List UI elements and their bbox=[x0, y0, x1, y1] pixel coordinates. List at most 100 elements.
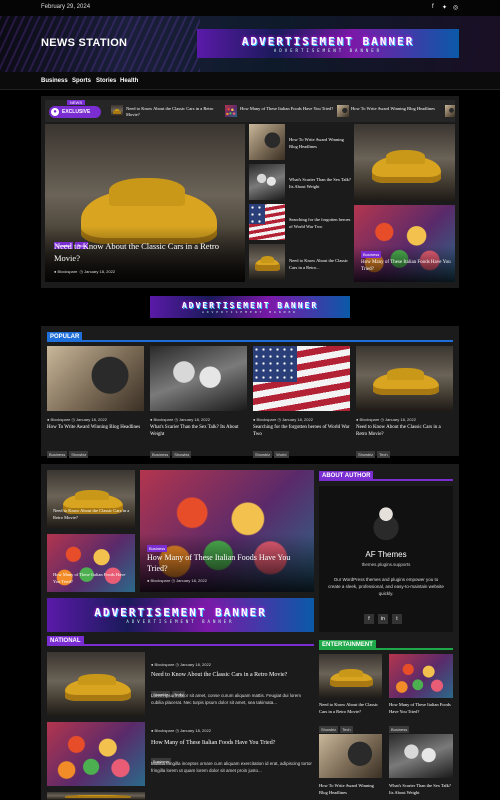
popular-thumb-3[interactable] bbox=[253, 346, 350, 411]
site-title[interactable]: NEWS STATION bbox=[41, 37, 127, 49]
cat[interactable]: Business bbox=[389, 726, 410, 733]
side-title-4[interactable]: Need to Know About the Classic Cars in a… bbox=[289, 257, 351, 271]
cat[interactable]: Showbiz bbox=[253, 451, 273, 458]
ticker-thumb-4[interactable] bbox=[445, 105, 455, 117]
national-thumb-2[interactable] bbox=[47, 722, 145, 786]
twitter-icon[interactable]: t bbox=[392, 614, 402, 624]
cat[interactable]: Business bbox=[47, 451, 68, 458]
ent-title-2[interactable]: How Many of These Italian Foods Have You… bbox=[389, 701, 453, 715]
side-thumb-3[interactable] bbox=[249, 204, 285, 240]
popular-thumb-2[interactable] bbox=[150, 346, 247, 411]
cat[interactable]: Showbiz bbox=[69, 451, 89, 458]
about-heading: ABOUT AUTHOR bbox=[319, 471, 374, 481]
mid-big-cat[interactable]: Business bbox=[147, 545, 168, 552]
ticker-thumb-2[interactable] bbox=[225, 105, 237, 117]
hero-author[interactable]: Blockspare bbox=[58, 269, 78, 274]
national-title-2[interactable]: How Many of These Italian Foods Have You… bbox=[151, 739, 311, 747]
author[interactable]: Blockspare bbox=[51, 417, 71, 422]
right-card-2-title[interactable]: How Many of These Italian Foods Have You… bbox=[361, 259, 451, 273]
exclusive-label[interactable]: ● EXCLUSIVE bbox=[49, 106, 101, 118]
side-thumb-2[interactable] bbox=[249, 164, 285, 200]
national-thumb-1[interactable] bbox=[47, 652, 145, 716]
national-meta-1: ● Blockspare ◷ January 18, 2022 bbox=[151, 662, 211, 667]
side-title-1[interactable]: How To Write Award Winning Blog Headline… bbox=[289, 136, 351, 150]
ent-title-1[interactable]: Need to Know About the Classic Cars in a… bbox=[319, 701, 383, 715]
date-text: February 29, 2024 bbox=[41, 4, 91, 10]
ent-thumb-4[interactable] bbox=[389, 734, 453, 778]
mid-small-title-2[interactable]: How Many of These Italian Foods Have You… bbox=[53, 571, 131, 585]
ticker-thumb-1[interactable] bbox=[111, 105, 123, 117]
right-card-2-cat[interactable]: Business bbox=[361, 251, 382, 258]
twitter-icon[interactable]: ✦ bbox=[442, 4, 447, 11]
nav-health[interactable]: Health bbox=[120, 78, 138, 84]
ent-title-3[interactable]: How To Write Award Winning Blog Headline… bbox=[319, 782, 383, 796]
lower-block: Need to Know About the Classic Cars in a… bbox=[41, 464, 459, 800]
author-desc: Our WordPress themes and plugins empower… bbox=[328, 577, 444, 596]
popular-title-1[interactable]: How To Write Award Winning Blog Headline… bbox=[47, 424, 144, 431]
facebook-icon[interactable]: f bbox=[432, 4, 434, 10]
author-name[interactable]: AF Themes bbox=[319, 550, 453, 559]
ticker-item-2[interactable]: How Many of These Italian Foods Have You… bbox=[240, 106, 335, 112]
side-title-2[interactable]: What's Scarier Than the Sex Talk? Its Ab… bbox=[289, 176, 351, 190]
hero-title[interactable]: Need to Know About the Classic Cars in a… bbox=[54, 240, 239, 264]
national-heading: NATIONAL bbox=[47, 636, 84, 646]
nav-stories[interactable]: Stories bbox=[96, 78, 116, 84]
date: January 18, 2022 bbox=[385, 417, 416, 422]
date: January 18, 2022 bbox=[180, 662, 211, 667]
linkedin-icon[interactable]: in bbox=[378, 614, 388, 624]
side-title-3[interactable]: Searching for the forgotten heroes of Wo… bbox=[289, 216, 351, 230]
ticker-item-3[interactable]: How To Write Award Winning Blog Headline… bbox=[351, 106, 446, 112]
mid-ad-banner[interactable]: ADVERTISEMENT BANNER ADVERTISEMENT BANNE… bbox=[150, 296, 350, 318]
mid-small-title-1[interactable]: Need to Know About the Classic Cars in a… bbox=[53, 507, 131, 521]
facebook-icon[interactable]: f bbox=[364, 614, 374, 624]
popular-cats-1: Business Showbiz bbox=[47, 443, 90, 461]
author[interactable]: Blockspare bbox=[257, 417, 277, 422]
popular-section: POPULAR ● Blockspare ◷ January 18, 2022 … bbox=[41, 326, 459, 458]
popular-thumb-1[interactable] bbox=[47, 346, 144, 411]
ent-thumb-2[interactable] bbox=[389, 654, 453, 698]
exclusive-text: EXCLUSIVE bbox=[62, 109, 91, 115]
side-thumb-1[interactable] bbox=[249, 124, 285, 160]
mid-big-title[interactable]: How Many of These Italian Foods Have You… bbox=[147, 552, 307, 574]
popular-cats-3: Showbiz World bbox=[253, 443, 291, 461]
cat[interactable]: World bbox=[274, 451, 289, 458]
popular-thumb-4[interactable] bbox=[356, 346, 453, 411]
bolt-icon: ● bbox=[51, 108, 59, 116]
nav-sports[interactable]: Sports bbox=[72, 78, 91, 84]
author-handle: themes.plugins.supports bbox=[361, 562, 411, 567]
cat[interactable]: Business bbox=[150, 451, 171, 458]
right-card-1[interactable] bbox=[354, 124, 455, 201]
author[interactable]: Blockspare bbox=[154, 417, 174, 422]
ent-title-4[interactable]: What's Scarier Than the Sex Talk? Its Ab… bbox=[389, 782, 453, 796]
ticker-thumb-3[interactable] bbox=[337, 105, 349, 117]
instagram-icon[interactable]: ◎ bbox=[453, 4, 458, 11]
main-nav: Business Sports Stories Health bbox=[0, 72, 500, 90]
cat[interactable]: Tech bbox=[340, 726, 353, 733]
nav-business[interactable]: Business bbox=[41, 78, 68, 84]
author[interactable]: Blockspare bbox=[360, 417, 380, 422]
popular-title-2[interactable]: What's Scarier Than the Sex Talk? Its Ab… bbox=[150, 424, 247, 438]
popular-title-4[interactable]: Need to Know About the Classic Cars in a… bbox=[356, 424, 453, 438]
popular-title-3[interactable]: Searching for the forgotten heroes of Wo… bbox=[253, 424, 350, 438]
ent-thumb-1[interactable] bbox=[319, 654, 382, 698]
side-thumb-4[interactable] bbox=[249, 244, 285, 280]
cat[interactable]: Showbiz bbox=[172, 451, 192, 458]
national-thumb-3[interactable] bbox=[47, 792, 145, 800]
author-avatar[interactable] bbox=[362, 494, 410, 542]
author[interactable]: Blockspare bbox=[155, 662, 175, 667]
wide-ad-banner[interactable]: ADVERTISEMENT BANNER ADVERTISEMENT BANNE… bbox=[47, 598, 314, 632]
cat[interactable]: Showbiz bbox=[319, 726, 339, 733]
featured-block: NEWS ● EXCLUSIVE Need to Know About the … bbox=[41, 96, 459, 288]
ticker-item-1[interactable]: Need to Know About the Classic Cars in a… bbox=[126, 106, 221, 118]
cat[interactable]: Showbiz bbox=[356, 451, 376, 458]
cat[interactable]: Tech bbox=[377, 451, 390, 458]
hero-date: January 18, 2022 bbox=[84, 269, 116, 274]
header-ad-banner[interactable]: ADVERTISEMENT BANNER ADVERTISEMENT BANNE… bbox=[197, 29, 459, 58]
date: January 18, 2022 bbox=[180, 728, 211, 733]
date: January 18, 2022 bbox=[282, 417, 313, 422]
author[interactable]: Blockspare bbox=[151, 578, 171, 583]
national-meta-2: ● Blockspare ◷ January 18, 2022 bbox=[151, 728, 211, 733]
author[interactable]: Blockspare bbox=[155, 728, 175, 733]
national-title-1[interactable]: Need to Know About the Classic Cars in a… bbox=[151, 671, 311, 679]
ent-thumb-3[interactable] bbox=[319, 734, 382, 778]
